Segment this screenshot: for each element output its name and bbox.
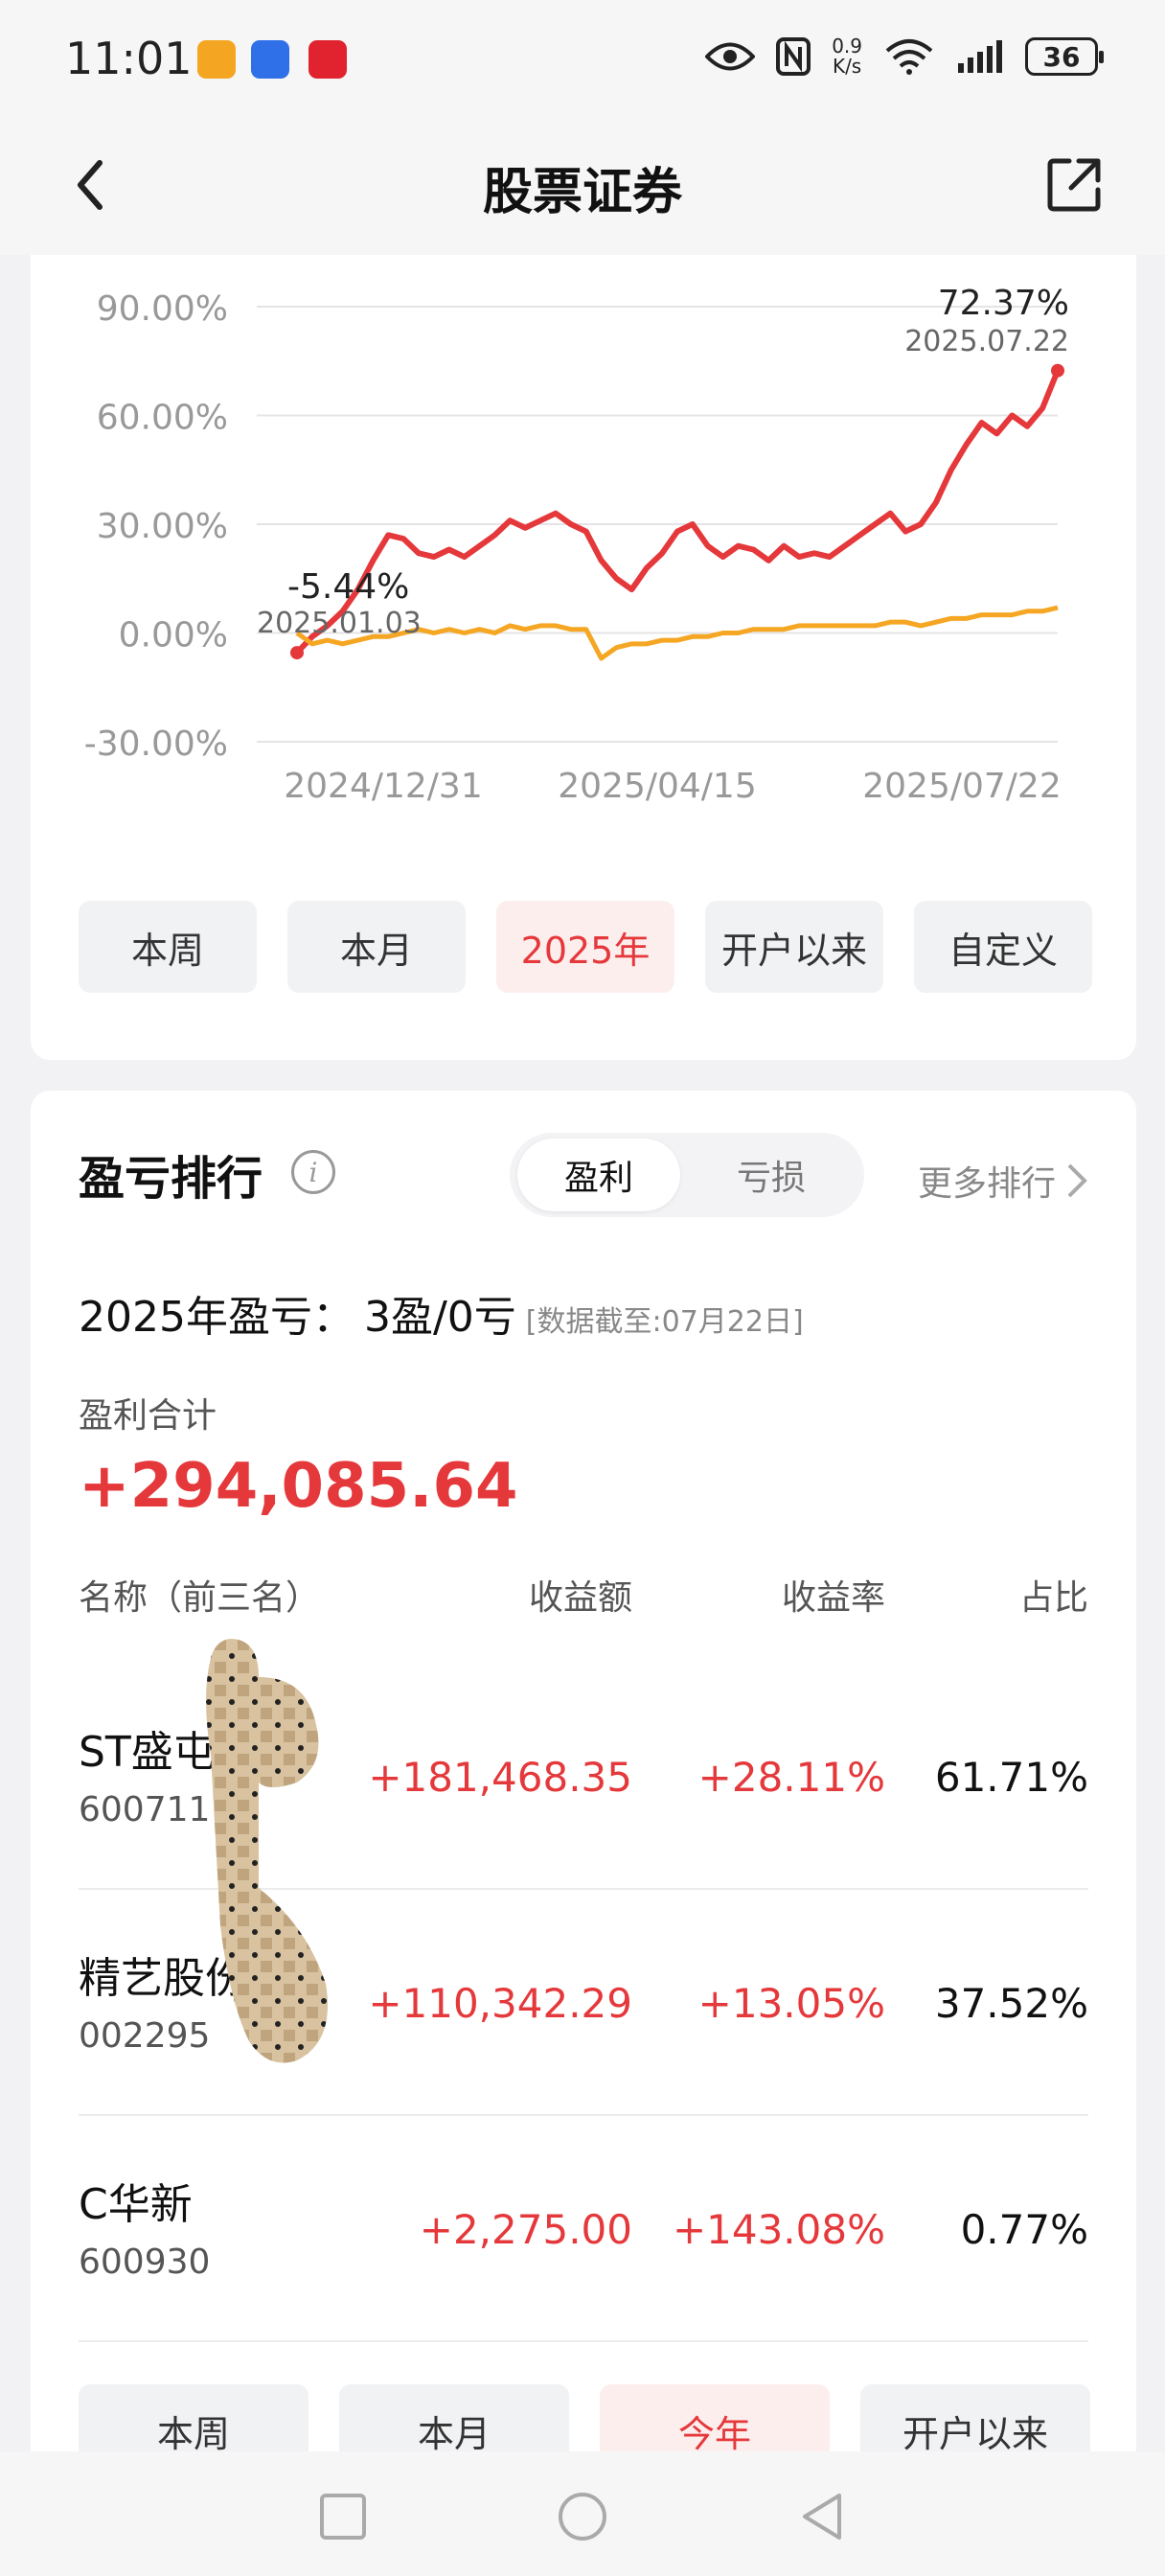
recents-square-icon[interactable] bbox=[316, 2490, 370, 2543]
profit-total-value: +294,085.64 bbox=[79, 1451, 518, 1522]
redaction-mark bbox=[206, 1639, 328, 2063]
table-row[interactable]: C华新 600930 +2,275.00 +143.08% 0.77% bbox=[79, 2116, 1088, 2342]
y-tick-label: 90.00% bbox=[97, 289, 228, 329]
column-rate: 收益率 bbox=[781, 1578, 885, 1618]
tab-since-open[interactable]: 开户以来 bbox=[705, 901, 883, 993]
profit-amount: +2,275.00 bbox=[419, 2206, 632, 2253]
summary-value: 3盈/0亏 bbox=[363, 1293, 516, 1342]
status-time: 11:01 bbox=[65, 33, 193, 84]
signal-icon bbox=[956, 38, 1004, 75]
profit-ratio: 61.71% bbox=[934, 1754, 1088, 1801]
max-value-label: 72.37% bbox=[938, 284, 1069, 323]
y-tick-label: 0.00% bbox=[119, 616, 228, 656]
y-tick-label: 30.00% bbox=[97, 507, 228, 546]
max-date-label: 2025.07.22 bbox=[904, 325, 1069, 358]
data-date-note: [数据截至:07月22日] bbox=[525, 1305, 804, 1339]
x-tick-label: 2025/07/22 bbox=[862, 767, 1062, 806]
stock-name: C华新 bbox=[79, 2180, 193, 2229]
returns-chart[interactable]: 90.00% 60.00% 30.00% 0.00% -30.00% 2024/12/31… bbox=[31, 255, 1136, 868]
profit-rate: +13.05% bbox=[697, 1980, 885, 2027]
nfc-icon bbox=[776, 37, 811, 76]
eye-icon bbox=[705, 40, 756, 73]
min-date-label: 2025.01.03 bbox=[257, 607, 422, 640]
tab-custom[interactable]: 自定义 bbox=[914, 901, 1092, 993]
info-icon[interactable]: i bbox=[291, 1150, 335, 1194]
profit-ratio: 37.52% bbox=[934, 1980, 1088, 2027]
stock-code: 002295 bbox=[79, 2016, 211, 2056]
header: 股票证券 bbox=[0, 115, 1165, 255]
column-name: 名称（前三名） bbox=[79, 1578, 321, 1618]
home-circle-icon[interactable] bbox=[556, 2490, 609, 2543]
profit-amount: +181,468.35 bbox=[368, 1754, 632, 1801]
chevron-right-icon bbox=[1067, 1163, 1087, 1198]
summary-label: 2025年盈亏： bbox=[79, 1293, 354, 1342]
notification-app-icon bbox=[197, 40, 236, 79]
more-ranking-label: 更多排行 bbox=[917, 1164, 1056, 1204]
x-tick-label: 2025/04/15 bbox=[558, 767, 757, 806]
y-tick-label: -30.00% bbox=[84, 724, 228, 764]
segment-loss[interactable]: 亏损 bbox=[690, 1138, 853, 1211]
system-nav-bar bbox=[0, 2451, 1165, 2576]
share-button[interactable] bbox=[1040, 151, 1108, 218]
tab-year[interactable]: 2025年 bbox=[496, 901, 674, 993]
year-summary: 2025年盈亏： 3盈/0亏 [数据截至:07月22日] bbox=[79, 1282, 804, 1344]
stock-code: 600930 bbox=[79, 2242, 211, 2282]
min-value-label: -5.44% bbox=[287, 567, 409, 607]
end-point bbox=[1051, 363, 1064, 378]
profit-loss-toggle: 盈利 亏损 bbox=[510, 1133, 864, 1217]
y-tick-label: 60.00% bbox=[97, 399, 228, 438]
stock-code: 600711 bbox=[79, 1790, 211, 1829]
period-tabs: 本周 本月 2025年 开户以来 自定义 bbox=[79, 901, 1092, 993]
back-triangle-icon[interactable] bbox=[795, 2490, 849, 2543]
profit-total-label: 盈利合计 bbox=[79, 1396, 217, 1436]
more-ranking-link[interactable]: 更多排行 bbox=[918, 1156, 1088, 1206]
tab-week[interactable]: 本周 bbox=[79, 901, 257, 993]
profit-rate: +28.11% bbox=[697, 1754, 885, 1801]
ranking-table-header: 名称（前三名） 收益额 收益率 占比 bbox=[79, 1570, 1088, 1627]
column-ratio: 占比 bbox=[1018, 1578, 1088, 1618]
profit-ratio: 0.77% bbox=[960, 2206, 1088, 2253]
segment-profit[interactable]: 盈利 bbox=[517, 1138, 680, 1211]
column-amount: 收益额 bbox=[528, 1578, 632, 1618]
returns-chart-card: 90.00% 60.00% 30.00% 0.00% -30.00% 2024/12/31… bbox=[31, 255, 1136, 1060]
notification-app-icon bbox=[251, 40, 289, 79]
share-icon bbox=[1047, 158, 1101, 212]
ranking-title: 盈亏排行 bbox=[79, 1152, 263, 1206]
wifi-icon bbox=[883, 37, 935, 76]
page-title: 股票证券 bbox=[482, 164, 682, 221]
status-bar: 11:01 0.9 K/s 36 bbox=[0, 0, 1165, 115]
profit-rate: +143.08% bbox=[672, 2206, 885, 2253]
start-point bbox=[290, 646, 304, 660]
notification-app-icon bbox=[308, 40, 347, 79]
tab-month[interactable]: 本月 bbox=[287, 901, 466, 993]
battery-icon: 36 bbox=[1025, 37, 1104, 76]
x-tick-label: 2024/12/31 bbox=[284, 767, 483, 806]
net-speed: 0.9 K/s bbox=[832, 34, 862, 78]
profit-amount: +110,342.29 bbox=[368, 1980, 632, 2027]
